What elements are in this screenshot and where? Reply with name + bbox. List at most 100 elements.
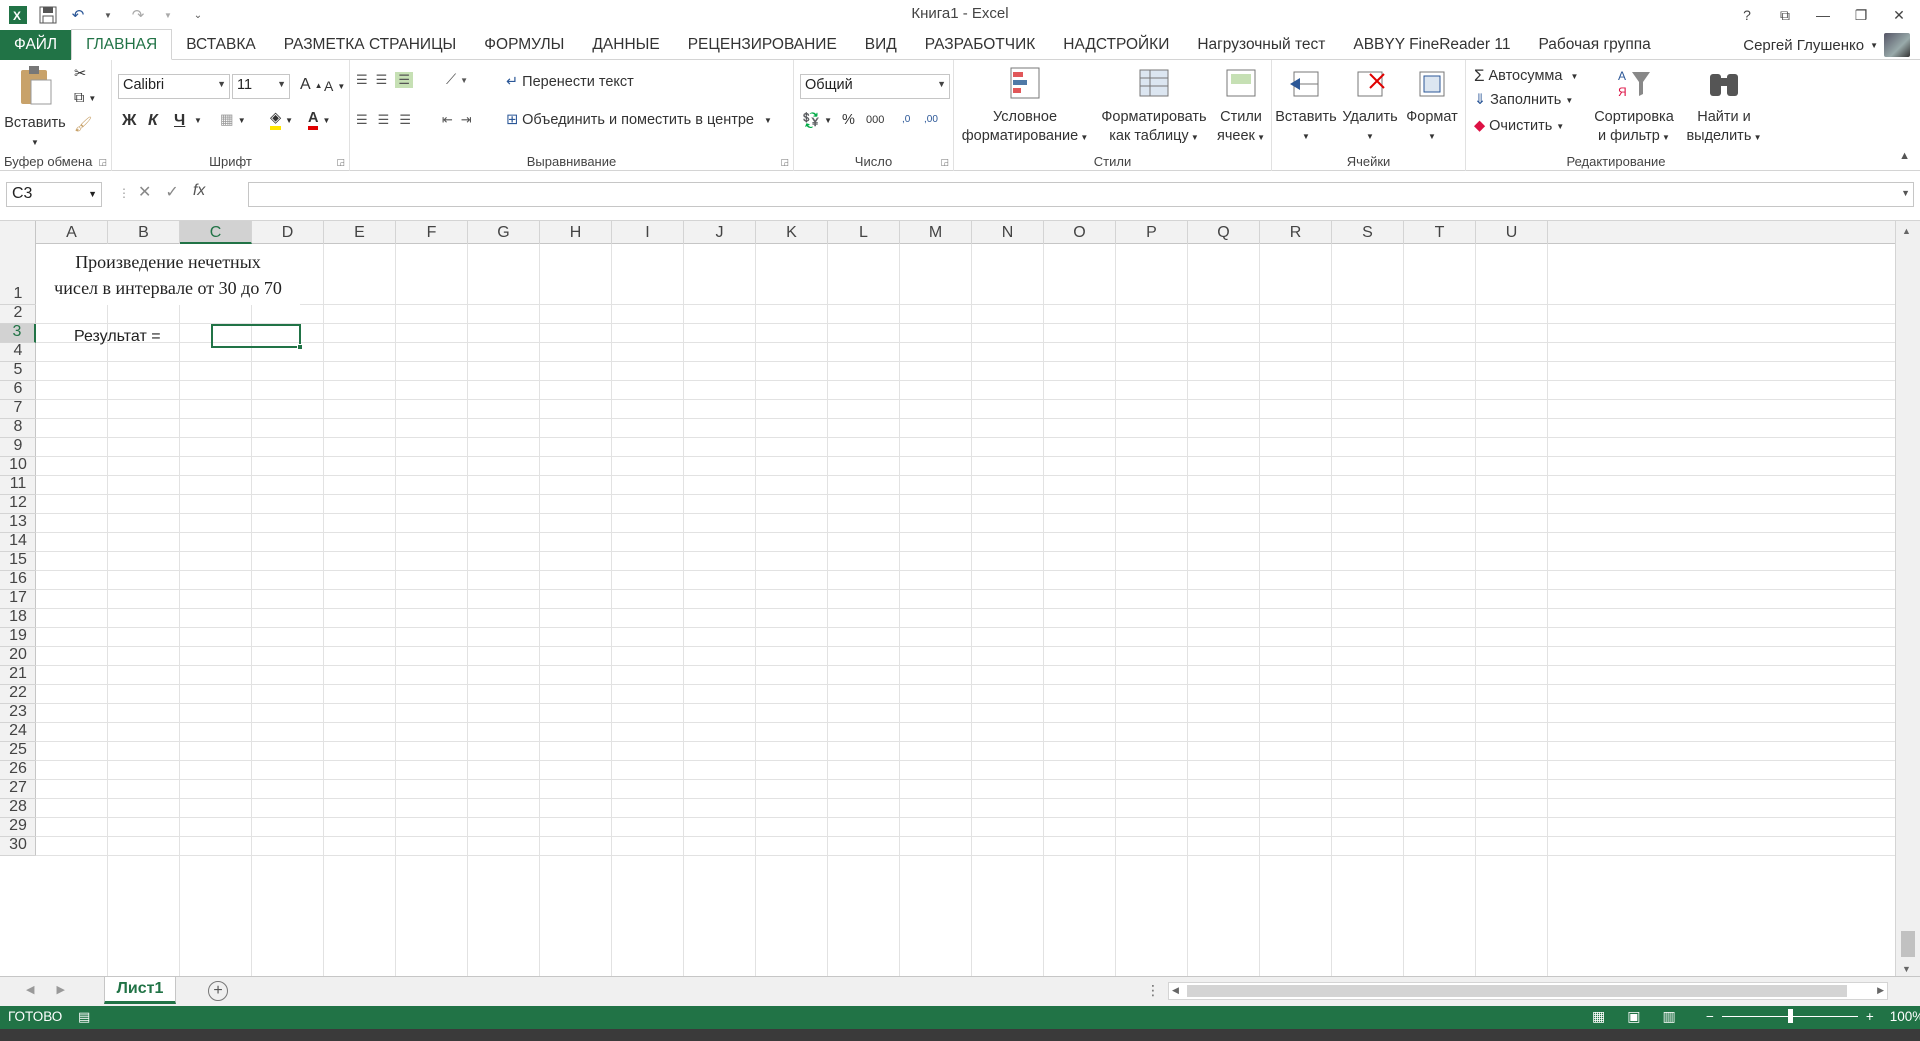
formula-input[interactable] bbox=[248, 182, 1914, 207]
format-cells-button[interactable]: Формат ▼ bbox=[1400, 66, 1464, 146]
row-header-2[interactable]: 2 bbox=[0, 304, 36, 324]
format-as-table-button[interactable]: Форматировать как таблицу ▼ bbox=[1094, 66, 1214, 147]
column-header-o[interactable]: O bbox=[1044, 221, 1116, 244]
help-icon[interactable]: ? bbox=[1730, 2, 1764, 28]
orientation-icon[interactable]: ⟋ ▼ bbox=[446, 72, 468, 88]
row-header-25[interactable]: 25 bbox=[0, 741, 36, 761]
row-header-3[interactable]: 3 bbox=[0, 323, 36, 343]
underline-button[interactable]: Ч bbox=[174, 112, 185, 130]
number-format-select[interactable]: Общий ▼ bbox=[800, 74, 950, 99]
cell-grid[interactable]: Произведение нечетных чисел в интервале … bbox=[36, 244, 1895, 976]
collapse-ribbon-icon[interactable]: ▲ bbox=[1899, 150, 1910, 162]
row-header-28[interactable]: 28 bbox=[0, 798, 36, 818]
column-header-g[interactable]: G bbox=[468, 221, 540, 244]
chevron-down-icon[interactable]: ▼ bbox=[194, 116, 202, 125]
dialog-launcher-icon[interactable]: ◲ bbox=[98, 157, 107, 168]
sort-filter-button[interactable]: АЯ Сортировка и фильтр ▼ bbox=[1590, 66, 1678, 147]
row-header-4[interactable]: 4 bbox=[0, 342, 36, 362]
paste-button[interactable]: Вставить ▼ bbox=[4, 64, 66, 152]
row-header-5[interactable]: 5 bbox=[0, 361, 36, 381]
minimize-icon[interactable]: — bbox=[1806, 2, 1840, 28]
tab-formulas[interactable]: ФОРМУЛЫ bbox=[470, 30, 578, 60]
autosum-button[interactable]: Σ Автосумма ▼ bbox=[1474, 66, 1578, 86]
format-painter-icon[interactable]: 🖌 bbox=[74, 116, 92, 133]
vertical-scroll-thumb[interactable] bbox=[1901, 931, 1915, 957]
zoom-in-icon[interactable]: + bbox=[1866, 1009, 1874, 1024]
dialog-launcher-icon[interactable]: ◲ bbox=[940, 157, 949, 168]
select-all-corner[interactable] bbox=[0, 221, 36, 244]
tab-data[interactable]: ДАННЫЕ bbox=[578, 30, 673, 60]
column-header-i[interactable]: I bbox=[612, 221, 684, 244]
macro-record-icon[interactable]: ▤ bbox=[78, 1009, 90, 1025]
row-header-8[interactable]: 8 bbox=[0, 418, 36, 438]
scroll-right-icon[interactable]: ▶ bbox=[1877, 985, 1884, 996]
align-middle-icon[interactable]: ☰ bbox=[376, 72, 388, 88]
vertical-scrollbar[interactable]: ▲ ▼ bbox=[1895, 221, 1920, 976]
bold-button[interactable]: Ж bbox=[122, 112, 136, 130]
user-account[interactable]: Сергей Глушенко ▼ bbox=[1743, 33, 1910, 57]
currency-format-icon[interactable]: 💱 ▼ bbox=[802, 112, 832, 129]
row-header-13[interactable]: 13 bbox=[0, 513, 36, 533]
cell-styles-button[interactable]: Стили ячеек ▼ bbox=[1212, 66, 1270, 147]
font-color-button[interactable]: A ▼ bbox=[308, 110, 330, 130]
font-name-select[interactable]: Calibri ▼ bbox=[118, 74, 230, 99]
italic-button[interactable]: К bbox=[148, 112, 158, 130]
grow-font-button[interactable]: A ▲ bbox=[300, 76, 323, 94]
cancel-icon[interactable]: ✕ bbox=[138, 182, 151, 202]
column-header-a[interactable]: A bbox=[36, 221, 108, 244]
fill-color-icon[interactable]: ◈ ▼ bbox=[270, 110, 293, 130]
insert-cells-button[interactable]: Вставить ▼ bbox=[1274, 66, 1338, 146]
enter-icon[interactable]: ✓ bbox=[165, 182, 178, 202]
conditional-formatting-button[interactable]: Условное форматирование ▼ bbox=[956, 66, 1094, 147]
name-box[interactable]: C3 ▼ bbox=[6, 182, 102, 207]
active-cell-c3[interactable] bbox=[211, 324, 303, 350]
align-bottom-icon[interactable]: ☰ bbox=[395, 72, 413, 88]
copy-icon[interactable]: ⧉ ▼ bbox=[74, 90, 96, 106]
tab-insert[interactable]: ВСТАВКА bbox=[172, 30, 270, 60]
wrap-text-button[interactable]: ↵ Перенести текст bbox=[506, 74, 634, 90]
column-header-b[interactable]: B bbox=[108, 221, 180, 244]
column-header-j[interactable]: J bbox=[684, 221, 756, 244]
decrease-indent-icon[interactable]: ⇤ bbox=[442, 112, 453, 128]
column-header-k[interactable]: K bbox=[756, 221, 828, 244]
add-sheet-icon[interactable]: + bbox=[208, 981, 228, 1001]
row-header-29[interactable]: 29 bbox=[0, 817, 36, 837]
tab-file[interactable]: ФАЙЛ bbox=[0, 30, 72, 60]
column-header-l[interactable]: L bbox=[828, 221, 900, 244]
cell-a3[interactable]: Результат = bbox=[74, 328, 161, 346]
font-size-select[interactable]: 11 ▼ bbox=[232, 74, 290, 99]
row-header-12[interactable]: 12 bbox=[0, 494, 36, 514]
tab-splitter-icon[interactable]: ⋮ bbox=[1146, 982, 1160, 999]
row-header-18[interactable]: 18 bbox=[0, 608, 36, 628]
zoom-slider-knob[interactable] bbox=[1787, 1009, 1793, 1023]
percent-button[interactable]: % bbox=[842, 112, 855, 128]
cut-icon[interactable]: ✂ bbox=[74, 66, 86, 82]
fill-button[interactable]: ⇓ Заполнить ▼ bbox=[1474, 92, 1573, 108]
column-header-n[interactable]: N bbox=[972, 221, 1044, 244]
sheet-tab-list1[interactable]: Лист1 bbox=[104, 977, 176, 1004]
page-layout-view-icon[interactable]: ▣ bbox=[1627, 1008, 1640, 1025]
borders-icon[interactable]: ▦ ▼ bbox=[220, 112, 246, 128]
thousands-button[interactable]: 000 bbox=[866, 114, 884, 126]
tab-home[interactable]: ГЛАВНАЯ bbox=[71, 29, 173, 60]
tab-review[interactable]: РЕЦЕНЗИРОВАНИЕ bbox=[674, 30, 851, 60]
column-header-u[interactable]: U bbox=[1476, 221, 1548, 244]
row-header-20[interactable]: 20 bbox=[0, 646, 36, 666]
next-sheet-icon[interactable]: ▶ bbox=[56, 983, 64, 996]
increase-decimal-button[interactable]: ,0 bbox=[902, 114, 910, 125]
prev-sheet-icon[interactable]: ◀ bbox=[26, 983, 34, 996]
restore-icon[interactable]: ❐ bbox=[1844, 2, 1878, 28]
ribbon-display-icon[interactable]: ⧉ bbox=[1768, 2, 1802, 28]
column-header-r[interactable]: R bbox=[1260, 221, 1332, 244]
expand-formula-bar-icon[interactable]: ▼ bbox=[1901, 188, 1910, 198]
row-header-11[interactable]: 11 bbox=[0, 475, 36, 495]
delete-cells-button[interactable]: Удалить ▼ bbox=[1338, 66, 1402, 146]
row-header-17[interactable]: 17 bbox=[0, 589, 36, 609]
column-header-e[interactable]: E bbox=[324, 221, 396, 244]
insert-function-button[interactable]: fx bbox=[193, 182, 205, 202]
scroll-up-icon[interactable]: ▲ bbox=[1902, 226, 1911, 236]
align-right-icon[interactable]: ☰ bbox=[399, 112, 411, 128]
row-header-30[interactable]: 30 bbox=[0, 836, 36, 856]
dialog-launcher-icon[interactable]: ◲ bbox=[780, 157, 789, 168]
cell-a1-merged[interactable]: Произведение нечетных чисел в интервале … bbox=[36, 244, 300, 305]
